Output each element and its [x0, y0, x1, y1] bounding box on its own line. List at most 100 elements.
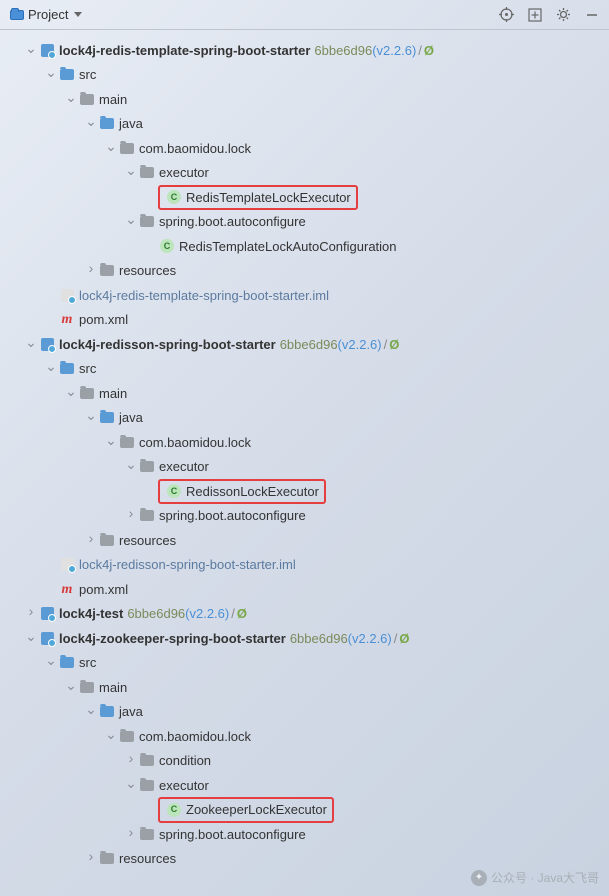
class-name: RedisTemplateLockAutoConfiguration [179, 237, 397, 257]
module-icon [38, 632, 56, 645]
expand-arrow[interactable] [104, 432, 118, 453]
expand-arrow[interactable] [124, 211, 138, 232]
class-row[interactable]: CRedisTemplateLockAutoConfiguration [4, 234, 605, 259]
folder-row[interactable]: src [4, 651, 605, 676]
expand-arrow[interactable] [24, 603, 38, 624]
expand-arrow[interactable] [64, 383, 78, 404]
expand-arrow[interactable] [24, 40, 38, 61]
folder-name: src [79, 65, 96, 85]
folder-name: resources [119, 849, 176, 869]
expand-arrow[interactable] [104, 138, 118, 159]
expand-arrow[interactable] [64, 89, 78, 110]
file-name: pom.xml [79, 580, 128, 600]
expand-arrow[interactable] [84, 407, 98, 428]
package-row[interactable]: spring.boot.autoconfigure [4, 210, 605, 235]
module-row[interactable]: lock4j-test6bbe6d96 (v2.2.6)/Ø [4, 602, 605, 627]
package-row[interactable]: condition [4, 749, 605, 774]
expand-arrow[interactable] [84, 260, 98, 281]
expand-icon[interactable] [528, 8, 542, 22]
expand-arrow[interactable] [124, 162, 138, 183]
expand-arrow[interactable] [44, 64, 58, 85]
package-row[interactable]: com.baomidou.lock [4, 136, 605, 161]
expand-arrow[interactable] [84, 848, 98, 869]
file-name: lock4j-redis-template-spring-boot-starte… [79, 286, 329, 306]
file-row[interactable]: lock4j-redis-template-spring-boot-starte… [4, 283, 605, 308]
target-icon[interactable] [499, 7, 514, 22]
file-row[interactable]: mpom.xml [4, 308, 605, 333]
folder-row[interactable]: src [4, 357, 605, 382]
folder-row[interactable]: main [4, 381, 605, 406]
package-row[interactable]: executor [4, 773, 605, 798]
expand-arrow[interactable] [24, 334, 38, 355]
module-row[interactable]: lock4j-zookeeper-spring-boot-starter6bbe… [4, 626, 605, 651]
folder-row[interactable]: resources [4, 259, 605, 284]
folder-icon [138, 755, 156, 766]
project-selector[interactable]: Project [10, 7, 82, 22]
folder-row[interactable]: resources [4, 528, 605, 553]
module-name: lock4j-redis-template-spring-boot-starte… [59, 41, 310, 61]
file-row[interactable]: mpom.xml [4, 577, 605, 602]
minimize-icon[interactable] [585, 8, 599, 22]
package-row[interactable]: com.baomidou.lock [4, 724, 605, 749]
vcs-hash: 6bbe6d96 [314, 41, 372, 61]
folder-icon [78, 682, 96, 693]
watermark-text: 公众号 · Java大飞哥 [491, 869, 599, 886]
folder-row[interactable]: java [4, 406, 605, 431]
package-row[interactable]: executor [4, 161, 605, 186]
package-name: executor [159, 457, 209, 477]
expand-arrow[interactable] [124, 824, 138, 845]
module-row[interactable]: lock4j-redis-template-spring-boot-starte… [4, 38, 605, 63]
folder-icon [138, 167, 156, 178]
maven-icon: m [58, 579, 76, 600]
expand-arrow[interactable] [64, 677, 78, 698]
folder-icon [58, 657, 76, 668]
class-name: RedisTemplateLockExecutor [186, 188, 351, 208]
iml-icon [58, 289, 76, 302]
wechat-icon: ✦ [471, 870, 487, 886]
folder-row[interactable]: java [4, 112, 605, 137]
class-row[interactable]: CRedissonLockExecutor [4, 479, 605, 504]
folder-name: main [99, 90, 127, 110]
package-name: spring.boot.autoconfigure [159, 212, 306, 232]
folder-name: java [119, 702, 143, 722]
package-row[interactable]: spring.boot.autoconfigure [4, 504, 605, 529]
expand-arrow[interactable] [124, 750, 138, 771]
class-icon: C [165, 484, 183, 498]
class-row[interactable]: CZookeeperLockExecutor [4, 798, 605, 823]
module-row[interactable]: lock4j-redisson-spring-boot-starter6bbe6… [4, 332, 605, 357]
expand-arrow[interactable] [84, 530, 98, 551]
folder-icon [118, 437, 136, 448]
expand-arrow[interactable] [124, 505, 138, 526]
class-icon: C [165, 190, 183, 204]
package-name: spring.boot.autoconfigure [159, 825, 306, 845]
maven-icon: m [58, 309, 76, 330]
package-name: spring.boot.autoconfigure [159, 506, 306, 526]
folder-name: src [79, 653, 96, 673]
package-row[interactable]: com.baomidou.lock [4, 430, 605, 455]
folder-row[interactable]: resources [4, 847, 605, 872]
expand-arrow[interactable] [84, 701, 98, 722]
file-row[interactable]: lock4j-redisson-spring-boot-starter.iml [4, 553, 605, 578]
folder-row[interactable]: main [4, 675, 605, 700]
expand-arrow[interactable] [124, 775, 138, 796]
watermark: ✦ 公众号 · Java大飞哥 [471, 869, 599, 886]
folder-row[interactable]: main [4, 87, 605, 112]
folder-row[interactable]: java [4, 700, 605, 725]
expand-arrow[interactable] [84, 113, 98, 134]
package-name: executor [159, 776, 209, 796]
expand-arrow[interactable] [24, 628, 38, 649]
expand-arrow[interactable] [44, 652, 58, 673]
expand-arrow[interactable] [104, 726, 118, 747]
folder-name: main [99, 678, 127, 698]
expand-arrow[interactable] [124, 456, 138, 477]
folder-row[interactable]: src [4, 63, 605, 88]
module-icon [38, 44, 56, 57]
folder-name: resources [119, 261, 176, 281]
expand-arrow[interactable] [44, 358, 58, 379]
package-row[interactable]: executor [4, 455, 605, 480]
gear-icon[interactable] [556, 7, 571, 22]
module-icon [38, 607, 56, 620]
class-row[interactable]: CRedisTemplateLockExecutor [4, 185, 605, 210]
vcs-hash: 6bbe6d96 [280, 335, 338, 355]
package-row[interactable]: spring.boot.autoconfigure [4, 822, 605, 847]
